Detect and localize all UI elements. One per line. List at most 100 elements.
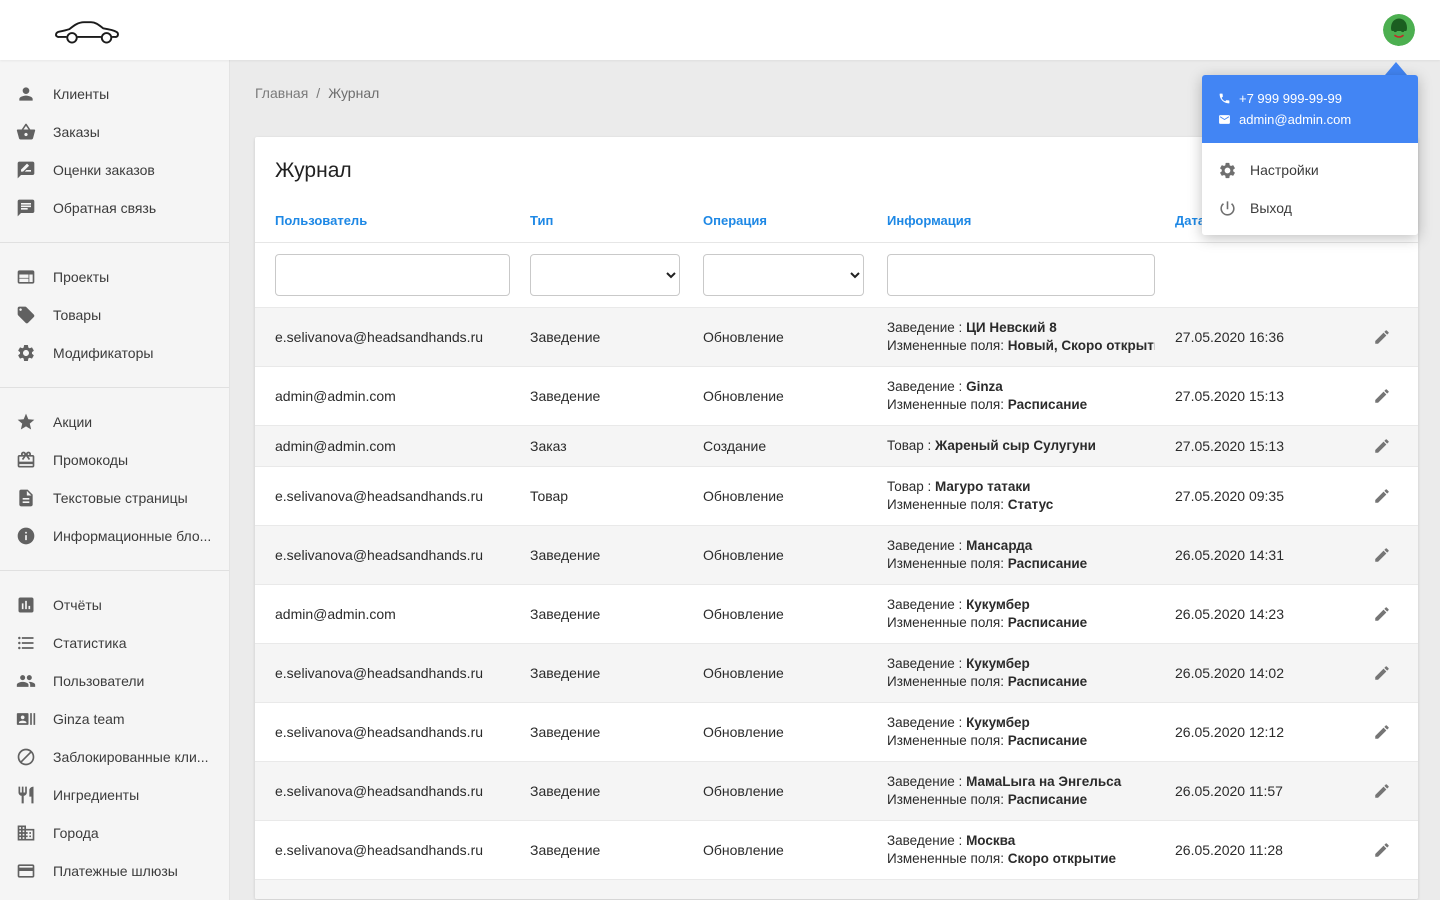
- filter-type-select[interactable]: [530, 254, 680, 296]
- menu-item-settings[interactable]: Настройки: [1202, 151, 1418, 189]
- info-line-2: Измененные поля: Расписание: [887, 732, 1135, 750]
- sidebar-item-ginza-team[interactable]: Ginza team: [0, 700, 229, 738]
- user-email: admin@admin.com: [1239, 112, 1351, 127]
- sidebar-item-promocodes[interactable]: Промокоды: [0, 441, 229, 479]
- edit-row-button[interactable]: [1367, 835, 1397, 865]
- user-menu-dropdown: +7 999 999-99-99 admin@admin.com Настрой…: [1202, 62, 1418, 235]
- cell-type: Заказ: [510, 426, 683, 467]
- pencil-icon: [1373, 328, 1391, 346]
- sidebar-item-order-ratings[interactable]: Оценки заказов: [0, 151, 229, 189]
- cell-actions: [1345, 703, 1418, 762]
- edit-row-button[interactable]: [1367, 717, 1397, 747]
- column-header[interactable]: Тип: [510, 199, 683, 243]
- pencil-icon: [1373, 723, 1391, 741]
- edit-row-button[interactable]: [1367, 481, 1397, 511]
- sidebar-item-cities[interactable]: Города: [0, 814, 229, 852]
- info-line-1: Товар : Магуро татаки: [887, 478, 1135, 496]
- edit-row-button[interactable]: [1367, 540, 1397, 570]
- cell-info: Заведение : ЦИ Невский 8Измененные поля:…: [867, 308, 1155, 367]
- cell-operation: Обновление: [683, 821, 867, 880]
- journal-rows: e.selivanova@headsandhands.ruЗаведениеОб…: [255, 308, 1418, 880]
- cell-date: 27.05.2020 09:35: [1155, 467, 1345, 526]
- gear-icon: [1218, 161, 1237, 180]
- sidebar-item-blocked-clients[interactable]: Заблокированные кли...: [0, 738, 229, 776]
- sidebar-item-feedback[interactable]: Обратная связь: [0, 189, 229, 227]
- web-icon: [16, 267, 36, 287]
- sidebar-item-orders[interactable]: Заказы: [0, 113, 229, 151]
- cell-actions: [1345, 367, 1418, 426]
- cell-actions: [1345, 644, 1418, 703]
- column-header[interactable]: Пользователь: [255, 199, 510, 243]
- cell-date: 26.05.2020 12:12: [1155, 703, 1345, 762]
- info-line-1: Товар : Жареный сыр Сулугуни: [887, 437, 1135, 455]
- info-line-2: Измененные поля: Расписание: [887, 614, 1135, 632]
- tag-icon: [16, 305, 36, 325]
- breadcrumb-separator: /: [316, 85, 320, 101]
- cell-user: e.selivanova@headsandhands.ru: [255, 644, 510, 703]
- cell-type: Товар: [510, 467, 683, 526]
- cell-actions: [1345, 467, 1418, 526]
- breadcrumb-home[interactable]: Главная: [255, 85, 308, 101]
- cell-info: Заведение : КукумберИзмененные поля: Рас…: [867, 585, 1155, 644]
- sidebar-item-label: Статистика: [53, 635, 127, 651]
- sidebar-item-projects[interactable]: Проекты: [0, 258, 229, 296]
- cell-actions: [1345, 585, 1418, 644]
- cell-type: Заведение: [510, 585, 683, 644]
- cell-date: 26.05.2020 14:23: [1155, 585, 1345, 644]
- sidebar-item-products[interactable]: Товары: [0, 296, 229, 334]
- sidebar-item-users[interactable]: Пользователи: [0, 662, 229, 700]
- column-header[interactable]: Операция: [683, 199, 867, 243]
- edit-row-button[interactable]: [1367, 776, 1397, 806]
- edit-row-button[interactable]: [1367, 658, 1397, 688]
- cell-info: Заведение : GinzaИзмененные поля: Распис…: [867, 367, 1155, 426]
- pencil-icon: [1373, 782, 1391, 800]
- menu-item-logout[interactable]: Выход: [1202, 189, 1418, 227]
- cell-operation: Обновление: [683, 367, 867, 426]
- edit-row-button[interactable]: [1367, 599, 1397, 629]
- sidebar-item-text-pages[interactable]: Текстовые страницы: [0, 479, 229, 517]
- edit-row-button[interactable]: [1367, 322, 1397, 352]
- sidebar-item-promotions[interactable]: Акции: [0, 403, 229, 441]
- cell-info: Заведение : МамаLыга на ЭнгельсаИзмененн…: [867, 762, 1155, 821]
- cell-date: 26.05.2020 14:02: [1155, 644, 1345, 703]
- edit-row-button[interactable]: [1367, 431, 1397, 461]
- filter-operation-select[interactable]: [703, 254, 864, 296]
- filter-user-input[interactable]: [275, 254, 510, 296]
- cell-info: Заведение : МансардаИзмененные поля: Рас…: [867, 526, 1155, 585]
- column-header[interactable]: Информация: [867, 199, 1155, 243]
- cell-info: Товар : Магуро татакиИзмененные поля: Ст…: [867, 467, 1155, 526]
- pencil-icon: [1373, 664, 1391, 682]
- table-row: e.selivanova@headsandhands.ruЗаведениеОб…: [255, 526, 1418, 585]
- sidebar-item-modifiers[interactable]: Модификаторы: [0, 334, 229, 372]
- table-row: admin@admin.comЗаведениеОбновлениеЗаведе…: [255, 585, 1418, 644]
- sidebar-item-reports[interactable]: Отчёты: [0, 586, 229, 624]
- journal-table: ПользовательТипОперацияИнформацияДата e.…: [255, 199, 1418, 880]
- cell-operation: Обновление: [683, 308, 867, 367]
- sidebar-item-statistics[interactable]: Статистика: [0, 624, 229, 662]
- sidebar-item-label: Ginza team: [53, 711, 125, 727]
- filter-info-input[interactable]: [887, 254, 1155, 296]
- sidebar-item-info-blocks[interactable]: Информационные бло...: [0, 517, 229, 555]
- sidebar-item-clients[interactable]: Клиенты: [0, 75, 229, 113]
- cell-info: Заведение : МоскваИзмененные поля: Скоро…: [867, 821, 1155, 880]
- user-phone: +7 999 999-99-99: [1239, 91, 1342, 106]
- journal-card: Журнал ПользовательТипОперацияИнформация…: [255, 137, 1418, 899]
- cell-user: admin@admin.com: [255, 367, 510, 426]
- table-row: e.selivanova@headsandhands.ruТоварОбновл…: [255, 467, 1418, 526]
- cell-date: 26.05.2020 11:57: [1155, 762, 1345, 821]
- edit-row-button[interactable]: [1367, 381, 1397, 411]
- menu-item-label: Настройки: [1250, 162, 1319, 178]
- sidebar-item-payment-gateways[interactable]: Платежные шлюзы: [0, 852, 229, 890]
- sidebar-item-label: Заказы: [53, 124, 100, 140]
- sidebar-item-ingredients[interactable]: Ингредиенты: [0, 776, 229, 814]
- info-line-1: Заведение : Кукумбер: [887, 655, 1135, 673]
- info-line-2: Измененные поля: Расписание: [887, 673, 1135, 691]
- pencil-icon: [1373, 546, 1391, 564]
- cell-user: e.selivanova@headsandhands.ru: [255, 703, 510, 762]
- sidebar-item-label: Акции: [53, 414, 92, 430]
- info-line-2: Измененные поля: Расписание: [887, 555, 1135, 573]
- user-avatar[interactable]: [1383, 14, 1415, 46]
- cell-type: Заведение: [510, 703, 683, 762]
- giftcard-icon: [16, 450, 36, 470]
- car-logo[interactable]: [52, 11, 130, 49]
